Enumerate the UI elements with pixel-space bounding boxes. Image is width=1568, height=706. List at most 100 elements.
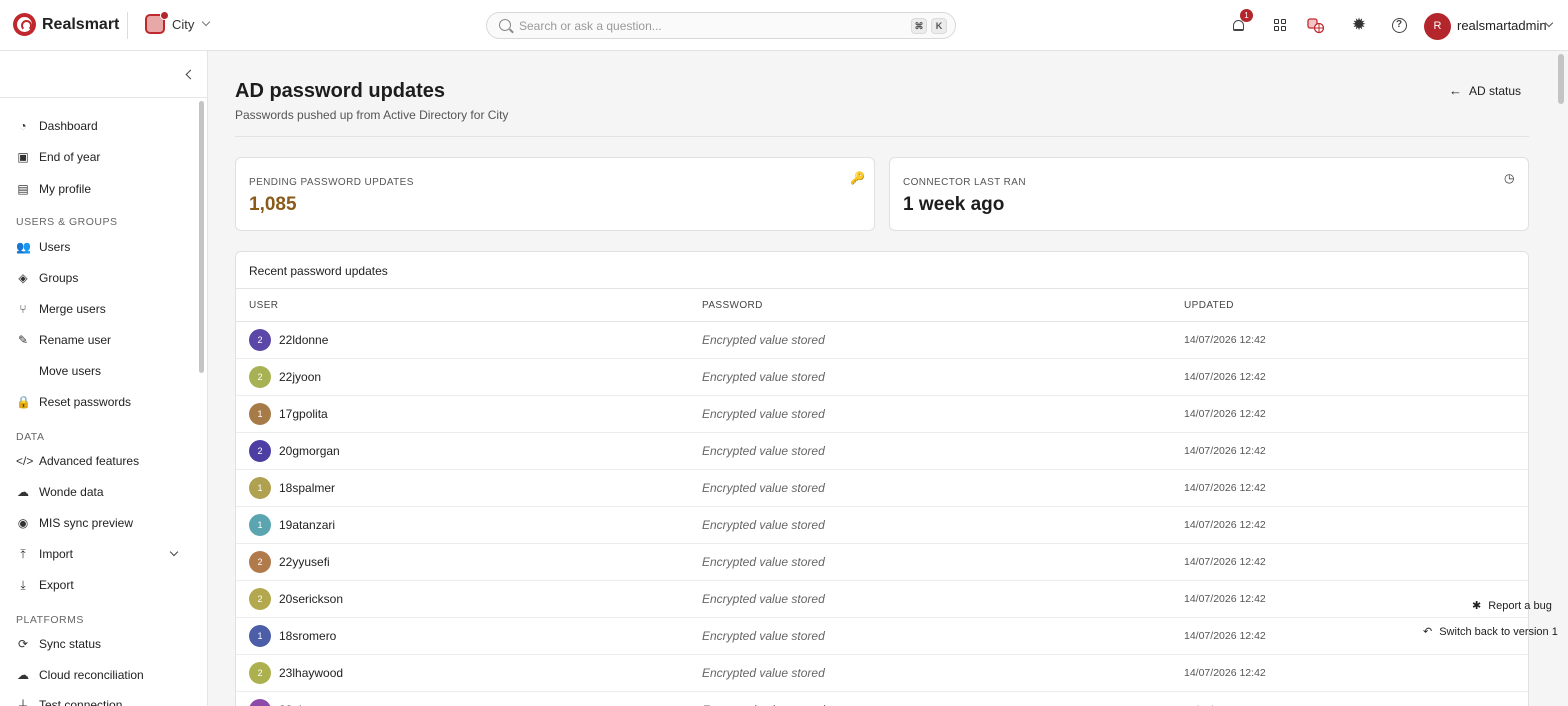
dashboard-icon: ◔: [19, 119, 27, 133]
bug-icon: ✱: [1472, 600, 1482, 612]
table-row[interactable]: 2 22ldonne Encrypted value stored 14/07/202…: [236, 322, 1528, 359]
row-updated-time: 14/07/2026 12:42: [1184, 408, 1266, 420]
table-row[interactable]: 2 22jyoon Encrypted value stored 14/07/2026…: [236, 359, 1528, 396]
sidebar-item-mis-sync-preview[interactable]: ◉ MIS sync preview: [0, 511, 196, 535]
sidebar-item-sync-status[interactable]: ⟳ Sync status: [0, 632, 196, 656]
shortcut-cmd-key: ⌘: [911, 18, 927, 34]
bell-icon: [1232, 19, 1244, 31]
pending-updates-value: 1,085: [249, 194, 297, 215]
row-username[interactable]: 23lhaywood: [279, 666, 343, 680]
sidebar-item-merge-users[interactable]: ⑂ Merge users: [0, 297, 196, 321]
chevron-down-icon: [169, 547, 179, 557]
eye-icon: ◉: [17, 516, 29, 530]
row-username[interactable]: 20gmorgan: [279, 444, 340, 458]
sidebar-item-my-profile[interactable]: ▤ My profile: [0, 177, 196, 201]
merge-icon: ⑂: [19, 302, 27, 316]
table-row[interactable]: 1 19atanzari Encrypted value stored 14/07/2…: [236, 507, 1528, 544]
table-row[interactable]: 2 20gmorgan Encrypted value stored 14/07/20…: [236, 433, 1528, 470]
sidebar-item-end-of-year[interactable]: ▣ End of year: [0, 145, 196, 169]
user-name[interactable]: realsmartadmin: [1457, 18, 1547, 33]
row-username[interactable]: 17gpolita: [279, 407, 328, 421]
help-button[interactable]: ?: [1389, 15, 1409, 35]
row-password-status: Encrypted value stored: [702, 407, 825, 421]
main-scrollbar[interactable]: [1558, 54, 1564, 104]
user-avatar: 2: [249, 588, 271, 610]
column-header-password[interactable]: PASSWORD: [702, 300, 763, 311]
sidebar-item-rename-user[interactable]: ✎ Rename user: [0, 328, 196, 352]
row-username[interactable]: 18spalmer: [279, 481, 335, 495]
table-row[interactable]: 1 17gpolita Encrypted value stored 14/07/20…: [236, 396, 1528, 433]
back-to-ad-status-link[interactable]: ← AD status: [1449, 83, 1521, 98]
user-avatar: 2: [249, 551, 271, 573]
back-link-label: AD status: [1469, 83, 1522, 98]
sync-icon: ⟳: [17, 637, 29, 651]
row-updated-time: 14/07/2026 12:42: [1184, 371, 1266, 383]
sidebar-item-advanced-features[interactable]: </> Advanced features: [0, 449, 196, 473]
code-icon: </>: [16, 454, 34, 468]
sidebar-item-test-connection[interactable]: ⏚ Test connection: [0, 693, 196, 706]
sidebar-item-label: Cloud reconciliation: [39, 668, 144, 682]
user-avatar: 1: [249, 403, 271, 425]
table-row[interactable]: 1 18spalmer Encrypted value stored 14/07/20…: [236, 470, 1528, 507]
table-row[interactable]: 1 18sromero Encrypted value stored 14/07/20…: [236, 618, 1528, 655]
apps-button[interactable]: [1270, 15, 1290, 35]
table-row[interactable]: 222alennEncrypted value stored14/07/2026…: [236, 692, 1528, 706]
table-row[interactable]: 2 20serickson Encrypted value stored 14/07/…: [236, 581, 1528, 618]
sidebar-item-label: Dashboard: [39, 119, 98, 133]
schools-button[interactable]: [1306, 15, 1326, 35]
report-bug-link[interactable]: ✱ Report a bug: [1472, 599, 1552, 613]
search-input[interactable]: [519, 16, 889, 35]
column-header-updated[interactable]: UPDATED: [1184, 300, 1234, 311]
sidebar-scrollbar[interactable]: [199, 101, 204, 373]
row-username[interactable]: 22jyoon: [279, 370, 321, 384]
row-username[interactable]: 22ldonne: [279, 333, 328, 347]
sidebar-item-users[interactable]: 👥 Users: [0, 235, 196, 259]
user-edit-icon: ✎: [17, 333, 29, 347]
row-password-status: Encrypted value stored: [702, 370, 825, 384]
apps-grid-icon: [1274, 19, 1286, 31]
row-password-status: Encrypted value stored: [702, 629, 825, 643]
sidebar-item-reset-passwords[interactable]: 🔒 Reset passwords: [0, 390, 196, 414]
top-bar: Realsmart City ⌘ K 1 ✹ ? R realsmartadmi…: [0, 0, 1568, 51]
notifications-button[interactable]: 1: [1228, 9, 1253, 35]
shortcut-k-key: K: [931, 18, 947, 34]
table-row[interactable]: 2 22yyusefi Encrypted value stored 14/07/20…: [236, 544, 1528, 581]
table-row[interactable]: 2 23lhaywood Encrypted value stored 14/07/2…: [236, 655, 1528, 692]
row-updated-time: 14/07/2026 12:42: [1184, 334, 1266, 346]
sidebar-item-move-users[interactable]: Move users: [0, 359, 196, 383]
search-bar[interactable]: ⌘ K: [486, 12, 956, 39]
app-logo[interactable]: Realsmart: [13, 13, 119, 36]
divider: [127, 12, 128, 39]
id-card-icon: ▤: [17, 182, 29, 196]
row-username[interactable]: 20serickson: [279, 592, 343, 606]
user-avatar: 2: [249, 662, 271, 684]
collapse-sidebar-button[interactable]: [184, 69, 196, 81]
sidebar: ◔ Dashboard ▣ End of year ▤ My profile U…: [0, 51, 208, 706]
sidebar-item-label: Import: [39, 547, 74, 561]
switch-version-link[interactable]: ↶ Switch back to version 1: [1423, 625, 1558, 639]
sidebar-item-label: Wonde data: [39, 485, 104, 499]
sidebar-item-wonde-data[interactable]: ☁ Wonde data: [0, 480, 196, 504]
sidebar-item-export[interactable]: ⤓ Export: [0, 573, 196, 597]
row-password-status: Encrypted value stored: [702, 518, 825, 532]
school-switcher[interactable]: City: [145, 11, 211, 34]
sidebar-item-label: Users: [39, 240, 71, 254]
sidebar-item-groups[interactable]: ◈ Groups: [0, 266, 196, 290]
sidebar-item-import[interactable]: ⤒ Import: [0, 542, 196, 566]
row-username[interactable]: 22yyusefi: [279, 555, 330, 569]
row-updated-time: 14/07/2026 12:42: [1184, 519, 1266, 531]
row-username[interactable]: 19atanzari: [279, 518, 335, 532]
row-password-status: Encrypted value stored: [702, 481, 825, 495]
settings-button[interactable]: ✹: [1349, 15, 1369, 35]
row-password-status: Encrypted value stored: [702, 444, 825, 458]
column-header-user[interactable]: USER: [249, 300, 278, 311]
calendar-check-icon: ▣: [17, 150, 29, 164]
user-avatar: 2: [249, 440, 271, 462]
row-username[interactable]: 18sromero: [279, 629, 336, 643]
cloud-icon: ☁: [17, 668, 29, 682]
user-avatar[interactable]: R: [1424, 13, 1451, 40]
sidebar-item-cloud-reconciliation[interactable]: ☁ Cloud reconciliation: [0, 663, 196, 687]
sidebar-item-dashboard[interactable]: ◔ Dashboard: [0, 114, 196, 138]
sidebar-item-label: Advanced features: [39, 454, 140, 468]
school-crest-icon: [145, 11, 169, 34]
